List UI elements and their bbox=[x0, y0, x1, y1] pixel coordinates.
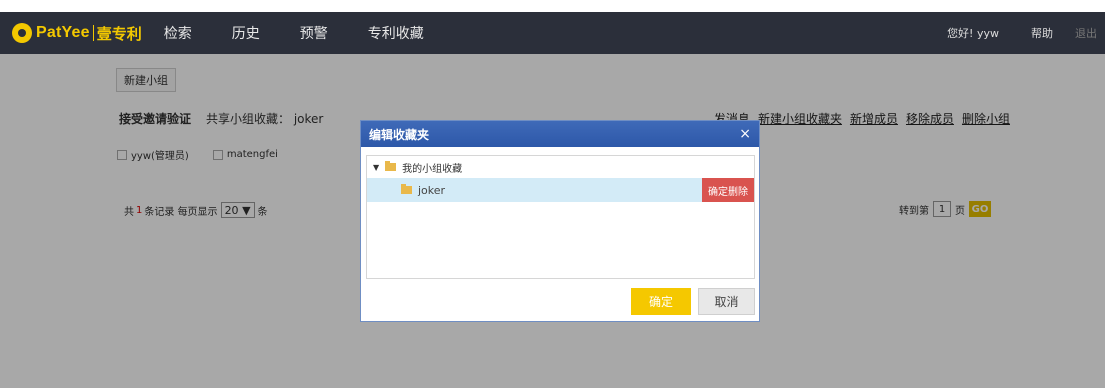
tree-child-node[interactable]: joker 确定删除 bbox=[367, 178, 754, 202]
tree-root-node[interactable]: ▼ 我的小组收藏 bbox=[367, 156, 754, 178]
nav-search[interactable]: 检索 bbox=[164, 23, 192, 43]
help-link[interactable]: 帮助 bbox=[1031, 25, 1053, 41]
folder-icon bbox=[401, 184, 412, 194]
folder-icon bbox=[385, 161, 397, 171]
nav-history[interactable]: 历史 bbox=[232, 23, 260, 43]
ok-button[interactable]: 确定 bbox=[631, 288, 691, 315]
logo-separator bbox=[92, 25, 94, 41]
folder-tree: ▼ 我的小组收藏 joker 确定删除 bbox=[366, 155, 755, 279]
edit-folder-dialog: 编辑收藏夹 × ▼ 我的小组收藏 joker 确定删除 确定 取消 bbox=[360, 120, 760, 322]
top-navbar: PatYee 壹专利 检索 历史 预警 专利收藏 您好! yyw 帮助 退出 bbox=[0, 12, 1105, 54]
logo[interactable]: PatYee 壹专利 bbox=[12, 12, 142, 54]
nav-favorites[interactable]: 专利收藏 bbox=[368, 23, 424, 43]
main-nav: 检索 历史 预警 专利收藏 bbox=[164, 23, 464, 43]
tree-child-label: joker bbox=[418, 183, 446, 197]
logo-mark-icon bbox=[12, 23, 32, 43]
nav-right: 您好! yyw 帮助 退出 bbox=[947, 12, 1105, 54]
logo-cn: 壹专利 bbox=[96, 24, 142, 43]
logo-text: PatYee bbox=[36, 24, 90, 41]
user-greeting[interactable]: 您好! yyw bbox=[947, 25, 999, 41]
close-icon[interactable]: × bbox=[739, 126, 751, 142]
confirm-delete-button[interactable]: 确定删除 bbox=[702, 178, 754, 202]
logout-link[interactable]: 退出 bbox=[1075, 25, 1097, 41]
dialog-title: 编辑收藏夹 bbox=[369, 127, 430, 142]
nav-alert[interactable]: 预警 bbox=[300, 23, 328, 43]
cancel-button[interactable]: 取消 bbox=[698, 288, 755, 315]
expand-triangle-icon[interactable]: ▼ bbox=[373, 163, 379, 172]
dialog-header: 编辑收藏夹 × bbox=[361, 121, 759, 147]
tree-root-label: 我的小组收藏 bbox=[402, 163, 463, 175]
